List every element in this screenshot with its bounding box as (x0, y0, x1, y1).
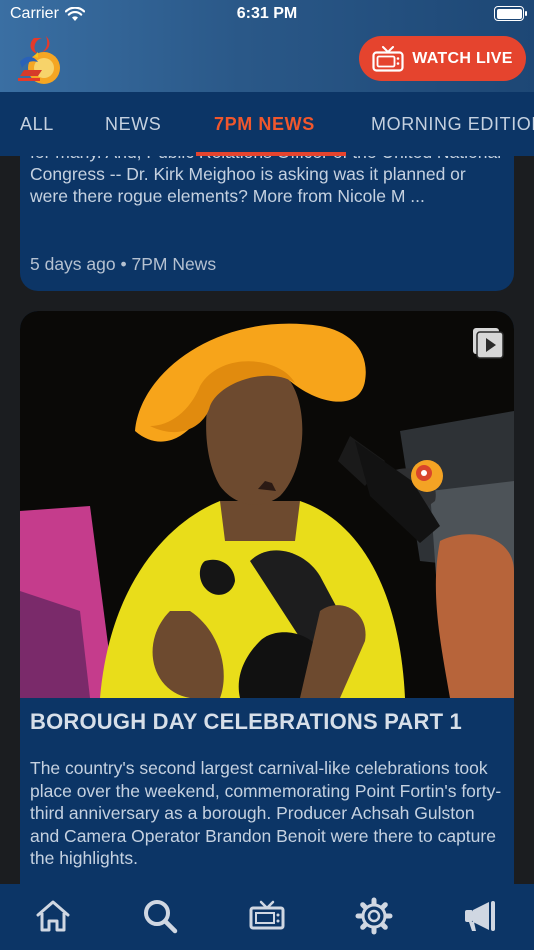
channel-logo[interactable] (12, 32, 66, 86)
bottom-navigation (0, 884, 534, 950)
news-card-excerpt: for many. And, Public Relations Officer … (30, 156, 501, 206)
news-card-title: BOROUGH DAY CELEBRATIONS PART 1 (30, 709, 462, 734)
megaphone-icon[interactable] (461, 896, 501, 936)
battery-icon (494, 6, 527, 21)
tv-icon (372, 45, 404, 72)
app-header: Carrier 6:31 PM WATCH LIVE (0, 0, 534, 92)
news-feed[interactable]: for many. And, Public Relations Officer … (0, 156, 534, 884)
tab-morning-edition[interactable]: MORNING EDITION (371, 114, 534, 135)
gallery-icon[interactable] (470, 325, 506, 361)
settings-icon[interactable] (354, 896, 394, 936)
news-card[interactable]: for many. And, Public Relations Officer … (20, 156, 514, 291)
home-icon[interactable] (33, 896, 73, 936)
news-card[interactable]: BOROUGH DAY CELEBRATIONS PART 1 The coun… (20, 311, 514, 884)
tab-news[interactable]: NEWS (105, 114, 161, 135)
watch-live-label: WATCH LIVE (412, 49, 513, 67)
app-screen: Carrier 6:31 PM WATCH LIVE ALL NEWS 7PM … (0, 0, 534, 950)
news-card-image[interactable] (20, 311, 514, 698)
tab-7pm-news[interactable]: 7PM NEWS (214, 114, 315, 135)
watch-live-button[interactable]: WATCH LIVE (359, 36, 526, 81)
category-tabs: ALL NEWS 7PM NEWS MORNING EDITION (0, 92, 534, 156)
news-card-excerpt: The country's second largest carnival-li… (30, 758, 502, 868)
tv-icon[interactable] (247, 896, 287, 936)
search-icon[interactable] (140, 896, 180, 936)
status-bar: Carrier 6:31 PM (0, 0, 534, 30)
tab-all[interactable]: ALL (20, 114, 54, 135)
news-card-meta: 5 days ago • 7PM News (30, 254, 217, 274)
status-time: 6:31 PM (236, 5, 298, 22)
